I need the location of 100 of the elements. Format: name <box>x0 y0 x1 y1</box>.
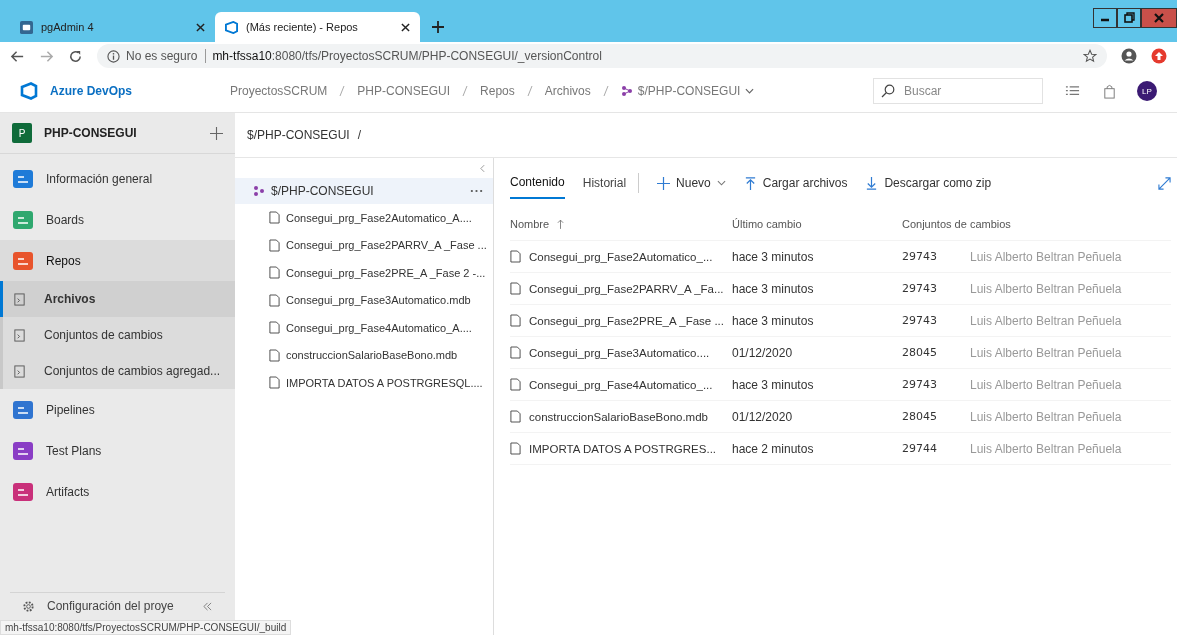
toolbar-button[interactable]: Cargar archivos <box>743 176 848 190</box>
sidebar-item[interactable]: Repos <box>0 240 235 281</box>
breadcrumb-separator <box>462 85 469 97</box>
plus-icon <box>657 176 671 190</box>
table-cell[interactable]: 29743 <box>902 282 970 295</box>
address-field[interactable]: No es seguro mh-tfssa10:8080/tfs/ProyectosSCRUM/PHP-CONSEGUI/_versionControl <box>97 44 1107 68</box>
table-cell-text: hace 3 minutos <box>732 377 815 392</box>
update-icon[interactable] <box>1151 48 1167 64</box>
breadcrumb-link[interactable]: Archivos <box>544 84 591 98</box>
table-cell-text: hace 3 minutos <box>732 313 815 328</box>
path-breadcrumb[interactable]: $/PHP-CONSEGUI <box>247 128 350 142</box>
file-name-cell[interactable]: Consegui_prg_Fase2PARRV_A _Fa... <box>510 282 732 295</box>
status-url: mh-tfssa10:8080/tfs/ProyectosSCRUM/PHP-CONSEGUI/_build <box>0 620 292 635</box>
file-icon <box>269 266 280 280</box>
table-cell[interactable]: 28045 <box>902 346 970 359</box>
azure-devops-logo-icon <box>20 82 38 100</box>
table-cell-text: hace 3 minutos <box>732 249 815 264</box>
user-avatar[interactable]: LP <box>1137 81 1157 101</box>
column-header[interactable]: Conjuntos de cambios <box>902 218 1011 230</box>
content-tab[interactable]: Contenido <box>510 167 565 199</box>
chevron-down-icon <box>716 180 726 186</box>
file-icon <box>510 250 521 263</box>
breadcrumb-link[interactable]: ProyectosSCRUM <box>230 84 328 98</box>
project-settings-link[interactable]: Configuración del proye <box>47 599 190 613</box>
file-icon <box>510 346 521 359</box>
more-options-icon[interactable] <box>470 189 483 193</box>
file-name-cell[interactable]: Consegui_prg_Fase2PRE_A _Fase ... <box>510 314 732 327</box>
file-name-cell[interactable]: Consegui_prg_Fase2Automatico_... <box>510 250 732 263</box>
info-icon <box>107 49 120 63</box>
brand-name: Azure DevOps <box>50 84 134 98</box>
repository-icon <box>620 85 633 97</box>
restore-icon[interactable] <box>1117 8 1141 28</box>
minimize-icon[interactable] <box>1093 8 1117 28</box>
sort-ascending-icon <box>557 218 565 230</box>
file-name-cell[interactable]: Consegui_prg_Fase3Automatico.... <box>510 346 732 359</box>
file-icon <box>510 410 521 423</box>
column-header[interactable]: Último cambio <box>732 218 902 230</box>
breadcrumb-link[interactable]: Repos <box>480 84 515 98</box>
file-icon <box>510 314 521 327</box>
project-name[interactable]: PHP-CONSEGUI <box>44 126 198 140</box>
table-cell: Luis Alberto Beltran Peñuela <box>970 409 1122 424</box>
table-cell: Luis Alberto Beltran Peñuela <box>970 313 1122 328</box>
repository-icon <box>253 185 265 197</box>
sidebar-item[interactable]: Test Plans <box>0 430 235 471</box>
collapse-icon[interactable] <box>202 601 213 611</box>
tree-file-item[interactable]: Consegui_prg_Fase3Automatico.mdb <box>235 286 493 314</box>
browser-tab[interactable]: pgAdmin 4 <box>10 12 215 42</box>
close-icon[interactable] <box>196 22 205 32</box>
breadcrumb-link[interactable]: PHP-CONSEGUI <box>357 84 451 98</box>
sidebar-item[interactable]: Información general <box>0 158 235 199</box>
table-cell: Luis Alberto Beltran Peñuela <box>970 345 1122 360</box>
breadcrumb-separator <box>602 85 609 97</box>
browser-tab[interactable]: (Más reciente) - Repos <box>215 12 420 42</box>
tree-file-item[interactable]: Consegui_prg_Fase2PRE_A _Fase 2 -... <box>235 259 493 287</box>
column-header[interactable]: Nombre <box>510 218 732 230</box>
breadcrumb-separator <box>339 85 346 97</box>
sidebar-subitem[interactable]: Conjuntos de cambios <box>3 317 235 353</box>
reload-icon[interactable] <box>68 48 83 64</box>
expand-icon[interactable] <box>1158 176 1171 190</box>
table-cell[interactable]: 29743 <box>902 250 970 263</box>
file-name-cell[interactable]: IMPORTA DATOS A POSTRGRES... <box>510 442 732 455</box>
tree-file-item[interactable]: IMPORTA DATOS A POSTRGRESQL.... <box>235 369 493 397</box>
sidebar-item[interactable]: Boards <box>0 199 235 240</box>
table-cell-text: hace 3 minutos <box>732 281 815 296</box>
breadcrumb-separator <box>526 85 533 97</box>
table-cell: Luis Alberto Beltran Peñuela <box>970 281 1122 296</box>
shopping-bag-icon[interactable] <box>1102 83 1117 99</box>
sidebar-item[interactable]: Pipelines <box>0 389 235 430</box>
tree-file-item[interactable]: Consegui_prg_Fase2PARRV_A _Fase ... <box>235 231 493 259</box>
table-cell[interactable]: 29744 <box>902 442 970 455</box>
tree-file-item[interactable]: Consegui_prg_Fase2Automatico_A.... <box>235 204 493 232</box>
plus-icon[interactable] <box>210 126 223 140</box>
toolbar-button[interactable]: Nuevo <box>657 176 726 190</box>
table-cell[interactable]: 28045 <box>902 410 970 423</box>
account-icon[interactable] <box>1121 48 1137 64</box>
file-icon <box>269 321 280 335</box>
content-tab[interactable]: Historial <box>582 168 627 198</box>
toolbar-button[interactable]: Descargar como zip <box>865 176 992 190</box>
star-icon[interactable] <box>1083 49 1097 63</box>
file-icon <box>269 211 280 225</box>
sidebar-subitem[interactable]: Conjuntos de cambios agregad... <box>3 353 235 389</box>
file-name-cell[interactable]: Consegui_prg_Fase4Automatico_... <box>510 378 732 391</box>
tree-file-item[interactable]: construccionSalarioBaseBono.mdb <box>235 341 493 369</box>
repository-dropdown[interactable]: $/PHP-CONSEGUI <box>620 84 755 98</box>
path-separator: / <box>357 128 362 142</box>
file-icon <box>269 376 280 390</box>
sidebar-item[interactable]: Artifacts <box>0 471 235 512</box>
project-avatar: P <box>12 123 32 143</box>
table-cell: Luis Alberto Beltran Peñuela <box>970 441 1122 456</box>
sidebar-subitem[interactable]: Archivos <box>0 281 235 317</box>
table-cell[interactable]: 29743 <box>902 314 970 327</box>
table-cell[interactable]: 29743 <box>902 378 970 391</box>
file-name-cell[interactable]: construccionSalarioBaseBono.mdb <box>510 410 732 423</box>
new-tab-icon[interactable] <box>432 21 444 33</box>
tree-file-item[interactable]: Consegui_prg_Fase4Automatico_A.... <box>235 314 493 342</box>
settings-icon[interactable] <box>22 599 35 613</box>
tree-root-item[interactable]: $/PHP-CONSEGUI <box>235 178 493 204</box>
tree-root-label: $/PHP-CONSEGUI <box>271 184 375 198</box>
close-icon[interactable] <box>401 22 410 32</box>
search-field[interactable]: Buscar <box>873 78 1043 104</box>
